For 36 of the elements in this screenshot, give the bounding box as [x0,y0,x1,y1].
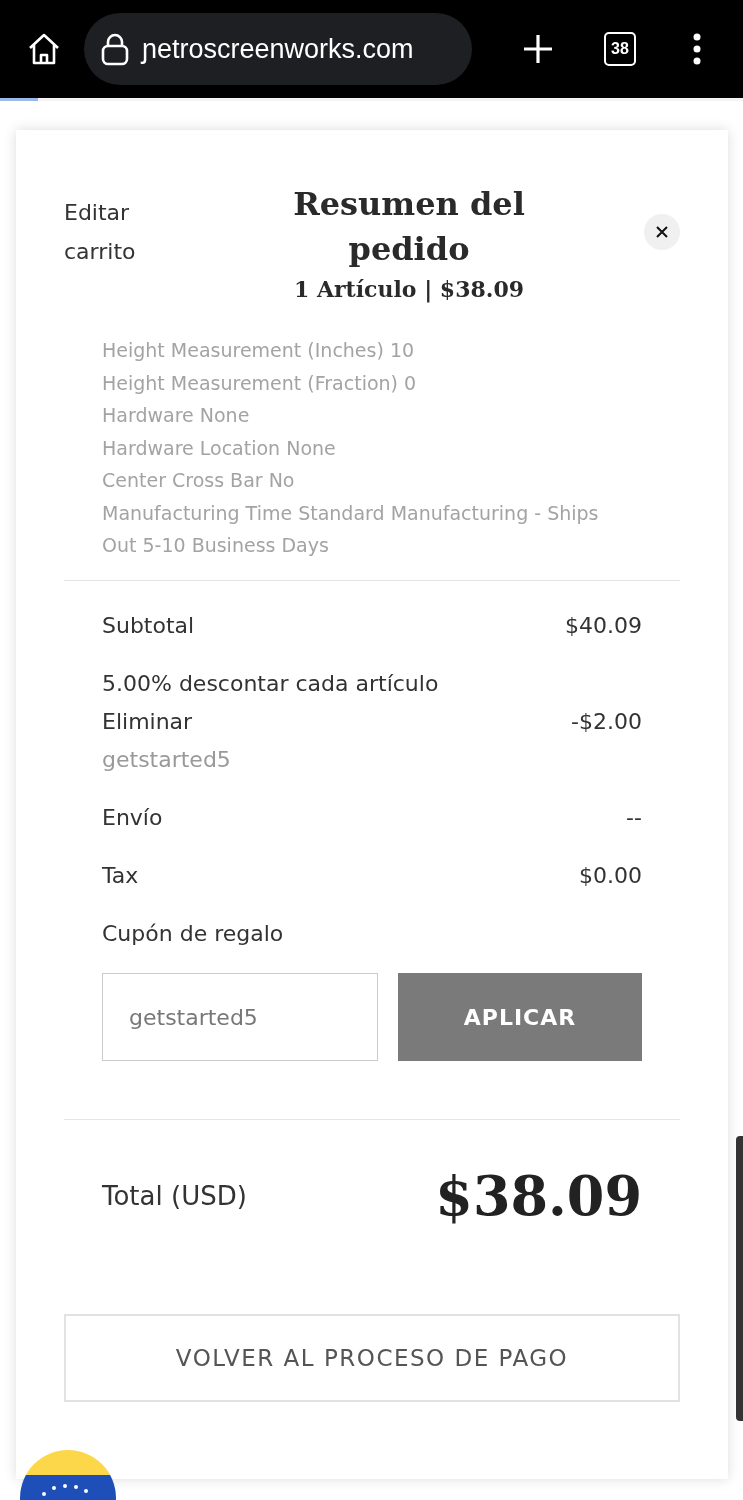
summary-label: Subtotal [102,612,195,640]
scrollbar[interactable] [736,1136,743,1421]
summary-value: $0.00 [579,862,642,890]
url-text: ɲetroscreenworks.com [142,33,414,65]
item-option-text: Height Measurement (Inches) 10 [102,338,416,363]
total-label: Total (USD) [102,1181,247,1211]
discount-value: -$2.00 [571,708,642,736]
edit-cart-link[interactable]: Editar carrito [64,193,174,271]
total-value: $38.09 [435,1164,642,1228]
coupon-label: Cupón de regalo [102,920,285,948]
close-button[interactable] [644,214,680,250]
flag-icon[interactable] [20,1450,116,1500]
item-option-text: Manufacturing Time Standard Manufacturing - Ships Out 5-10 Business Days [102,500,600,558]
item-option-text: Height Measurement (Fraction) 0 [102,370,418,396]
discount-label: 5.00% descontar cada artículo [102,670,439,698]
summary-value: -- [626,804,642,832]
item-option-text: Center Cross Bar No [102,468,296,493]
panel-title: Resumen del pedido [292,184,526,270]
menu-icon[interactable] [692,33,702,65]
item-count-total: 1 Artículo | $38.09 [292,276,526,302]
apply-button[interactable]: APLICAR [398,973,642,1061]
summary-value: $40.09 [565,612,642,640]
remove-link[interactable]: Eliminar [102,703,193,741]
address-bar[interactable]: ɲetroscreenworks.com [84,13,472,85]
item-option-text: Hardware None [102,403,251,428]
tab-count-button[interactable]: 38 [604,32,636,66]
summary-label: Tax [102,862,139,890]
summary-label: Envío [102,804,163,832]
loading-bar [0,98,38,101]
close-icon[interactable] [655,225,669,239]
plus-icon[interactable] [522,33,554,65]
return-to-checkout-button[interactable]: VOLVER AL PROCESO DE PAGO [64,1314,680,1402]
discount-code: getstarted5 [102,746,231,774]
lock-icon [100,32,130,66]
coupon-input-field[interactable]: getstarted5 [102,973,378,1061]
item-option-text: Hardware Location None [102,435,337,461]
